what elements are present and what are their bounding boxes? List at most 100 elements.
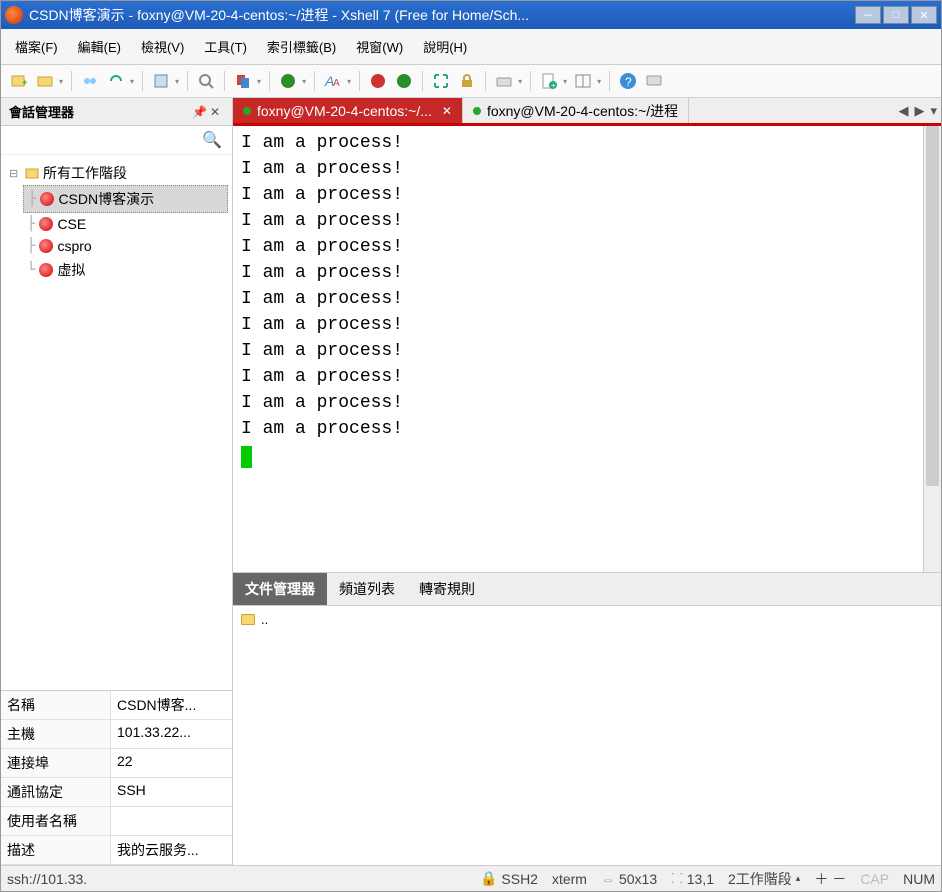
- terminal-line: I am a process!: [241, 208, 933, 234]
- window-title: CSDN博客演示 - foxny@VM-20-4-centos:~/进程 - X…: [29, 5, 853, 25]
- session-item[interactable]: ├CSDN博客演示: [23, 185, 228, 213]
- reconnect-icon[interactable]: [104, 69, 128, 93]
- tab-file-manager[interactable]: 文件管理器: [233, 573, 327, 605]
- property-key: 主機: [1, 720, 111, 748]
- maximize-button[interactable]: □: [883, 6, 909, 24]
- property-value: SSH: [111, 778, 232, 806]
- bottom-tab-bar: 文件管理器 頻道列表 轉寄規則: [233, 572, 941, 605]
- terminal-line: I am a process!: [241, 130, 933, 156]
- status-address: ssh://101.33.: [7, 871, 87, 887]
- properties-icon[interactable]: [149, 69, 173, 93]
- collapse-icon[interactable]: ⊟: [9, 167, 21, 180]
- session-label: CSE: [57, 216, 86, 232]
- properties-grid: 名稱CSDN博客...主機101.33.22...連接埠22通訊協定SSH使用者…: [1, 690, 232, 865]
- globe-icon[interactable]: [276, 69, 300, 93]
- minimize-button[interactable]: －: [855, 6, 881, 24]
- tab-inactive[interactable]: foxny@VM-20-4-centos:~/进程: [463, 98, 689, 123]
- status-sessions[interactable]: 2工作階段: [728, 869, 792, 889]
- tab-channel-list[interactable]: 頻道列表: [327, 573, 407, 605]
- new-session-icon[interactable]: +: [7, 69, 31, 93]
- session-icon: [40, 192, 54, 206]
- statusbar: ssh://101.33. 🔒SSH2 xterm ⇔ 50x13 ⸬ 13,1…: [1, 865, 941, 891]
- tree-root[interactable]: ⊟ 所有工作階段: [5, 161, 228, 185]
- terminal-line: I am a process!: [241, 260, 933, 286]
- terminal-line: I am a process!: [241, 234, 933, 260]
- svg-text:+: +: [551, 81, 556, 90]
- tab-menu-icon[interactable]: ▾: [930, 103, 937, 119]
- tab-label: foxny@VM-20-4-centos:~/...: [257, 103, 432, 119]
- open-icon[interactable]: [33, 69, 57, 93]
- lock-icon[interactable]: [455, 69, 479, 93]
- tab-forward-rules[interactable]: 轉寄規則: [407, 573, 487, 605]
- menu-tools[interactable]: 工具(T): [196, 33, 255, 60]
- copy-icon[interactable]: [231, 69, 255, 93]
- session-icon: [39, 217, 53, 231]
- status-dot-icon: [473, 107, 481, 115]
- svg-text:+: +: [22, 78, 28, 89]
- menu-bookmarks[interactable]: 索引標籤(B): [259, 33, 344, 60]
- toolbar: + ▾ ▾ ▾ ▾ ▾ AA ▾ ▾ + ▾ ▾ ?: [1, 65, 941, 98]
- session-label: CSDN博客演示: [58, 189, 154, 209]
- fullscreen-icon[interactable]: [429, 69, 453, 93]
- menubar: 檔案(F) 編輯(E) 檢視(V) 工具(T) 索引標籤(B) 視窗(W) 說明…: [1, 29, 941, 65]
- dropdown-icon[interactable]: ▾: [345, 77, 353, 86]
- disconnect-icon[interactable]: [78, 69, 102, 93]
- tab-active[interactable]: foxny@VM-20-4-centos:~/... ✕: [233, 98, 463, 123]
- search-icon[interactable]: [194, 69, 218, 93]
- font-icon[interactable]: AA: [321, 69, 345, 93]
- property-value: 101.33.22...: [111, 720, 232, 748]
- session-item[interactable]: └虚拟: [23, 257, 228, 283]
- cursor-pos-icon: ⸬: [671, 869, 683, 888]
- dropdown-icon[interactable]: ▾: [57, 77, 65, 86]
- property-row: 描述我的云服务...: [1, 836, 232, 865]
- menu-view[interactable]: 檢視(V): [133, 33, 192, 60]
- terminal-line: I am a process!: [241, 364, 933, 390]
- dropdown-icon[interactable]: ▾: [595, 77, 603, 86]
- property-key: 連接埠: [1, 749, 111, 777]
- menu-file[interactable]: 檔案(F): [7, 33, 66, 60]
- close-tab-icon[interactable]: －: [832, 869, 846, 889]
- close-button[interactable]: ✕: [911, 6, 937, 24]
- search-icon[interactable]: 🔍: [196, 128, 228, 152]
- file-row-up[interactable]: ..: [241, 610, 933, 629]
- dropdown-icon[interactable]: ▾: [516, 77, 524, 86]
- status-term: xterm: [552, 871, 587, 887]
- keyboard-icon[interactable]: [492, 69, 516, 93]
- session-item[interactable]: ├CSE: [23, 213, 228, 235]
- xftp-icon[interactable]: [392, 69, 416, 93]
- resize-icon: ⇔: [601, 871, 615, 887]
- terminal-line: I am a process!: [241, 156, 933, 182]
- menu-edit[interactable]: 編輯(E): [70, 33, 129, 60]
- sidebar-title: 會話管理器: [9, 102, 188, 121]
- dropdown-icon[interactable]: ▴: [796, 873, 801, 884]
- layout-icon[interactable]: [571, 69, 595, 93]
- help-icon[interactable]: ?: [616, 69, 640, 93]
- session-icon: [39, 239, 53, 253]
- folder-icon: [241, 614, 255, 625]
- tab-prev-icon[interactable]: ◀: [898, 103, 908, 119]
- feedback-icon[interactable]: [642, 69, 666, 93]
- tab-close-icon[interactable]: ✕: [442, 104, 452, 118]
- dropdown-icon[interactable]: ▾: [300, 77, 308, 86]
- session-item[interactable]: ├cspro: [23, 235, 228, 257]
- terminal-line: I am a process!: [241, 312, 933, 338]
- menu-window[interactable]: 視窗(W): [348, 33, 411, 60]
- dropdown-icon[interactable]: ▾: [128, 77, 136, 86]
- scrollbar[interactable]: [923, 126, 941, 572]
- new-file-icon[interactable]: +: [537, 69, 561, 93]
- xshell-icon[interactable]: [366, 69, 390, 93]
- tab-next-icon[interactable]: ▶: [914, 103, 924, 119]
- close-panel-icon[interactable]: ✕: [210, 105, 224, 119]
- terminal-line: I am a process!: [241, 338, 933, 364]
- add-tab-icon[interactable]: ＋: [814, 869, 828, 889]
- property-value: [111, 807, 232, 835]
- dropdown-icon[interactable]: ▾: [561, 77, 569, 86]
- pin-icon[interactable]: 📌: [192, 105, 206, 119]
- app-icon: [5, 6, 23, 24]
- dropdown-icon[interactable]: ▾: [173, 77, 181, 86]
- terminal[interactable]: I am a process!I am a process!I am a pro…: [233, 126, 941, 572]
- terminal-line: I am a process!: [241, 416, 933, 442]
- dropdown-icon[interactable]: ▾: [255, 77, 263, 86]
- menu-help[interactable]: 說明(H): [415, 33, 475, 60]
- titlebar: CSDN博客演示 - foxny@VM-20-4-centos:~/进程 - X…: [1, 1, 941, 29]
